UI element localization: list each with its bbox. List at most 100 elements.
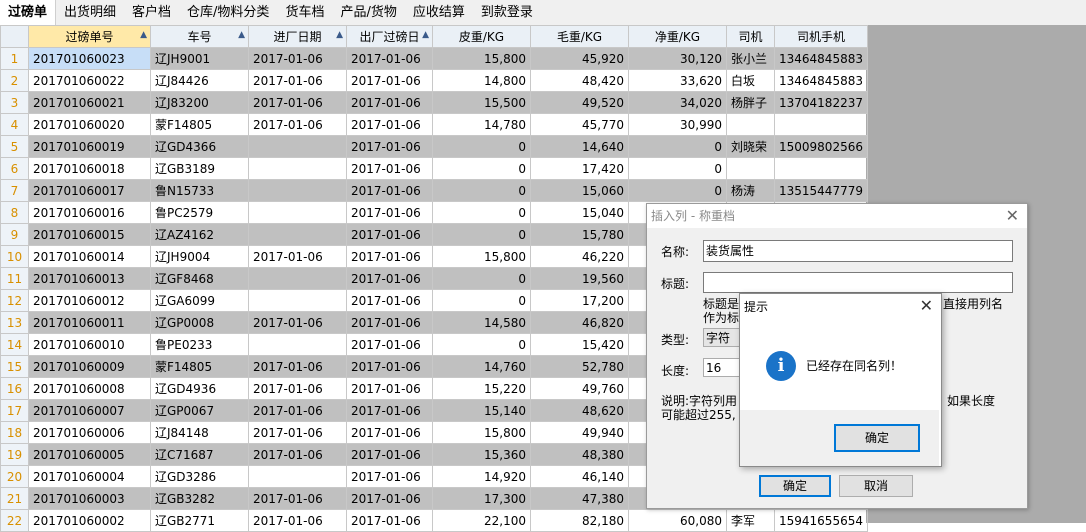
plate-cell[interactable]: 辽GP0067: [150, 399, 249, 422]
slip-no-cell[interactable]: 201701060019: [28, 135, 151, 158]
plate-cell[interactable]: 辽GF8468: [150, 267, 249, 290]
tab-payment-registration[interactable]: 到款登录: [473, 0, 541, 25]
plate-cell[interactable]: 辽C71687: [150, 443, 249, 466]
length-field[interactable]: 16: [703, 358, 743, 377]
out-date-cell[interactable]: 2017-01-06: [346, 245, 433, 268]
out-date-cell[interactable]: 2017-01-06: [346, 69, 433, 92]
out-date-cell[interactable]: 2017-01-06: [346, 399, 433, 422]
col-header-plate[interactable]: 车号 ▲: [150, 25, 249, 48]
slip-no-cell[interactable]: 201701060021: [28, 91, 151, 114]
plate-cell[interactable]: 辽JH9001: [150, 47, 249, 70]
out-date-cell[interactable]: 2017-01-06: [346, 179, 433, 202]
tare-cell[interactable]: 0: [432, 267, 531, 290]
driver-phone-cell[interactable]: [774, 113, 868, 136]
net-cell[interactable]: 30,990: [628, 113, 727, 136]
row-number[interactable]: 20: [0, 465, 29, 488]
tare-cell[interactable]: 22,100: [432, 509, 531, 532]
slip-no-cell[interactable]: 201701060004: [28, 465, 151, 488]
gross-cell[interactable]: 48,380: [530, 443, 629, 466]
out-date-cell[interactable]: 2017-01-06: [346, 223, 433, 246]
plate-cell[interactable]: 辽GA6099: [150, 289, 249, 312]
gross-cell[interactable]: 49,940: [530, 421, 629, 444]
plate-cell[interactable]: 辽GD4366: [150, 135, 249, 158]
in-date-cell[interactable]: [248, 201, 347, 224]
in-date-cell[interactable]: [248, 223, 347, 246]
plate-cell[interactable]: 辽GB2771: [150, 509, 249, 532]
plate-cell[interactable]: 辽J84426: [150, 69, 249, 92]
out-date-cell[interactable]: 2017-01-06: [346, 157, 433, 180]
slip-no-cell[interactable]: 201701060003: [28, 487, 151, 510]
col-header-driver-phone[interactable]: 司机手机: [774, 25, 868, 48]
gross-cell[interactable]: 15,040: [530, 201, 629, 224]
in-date-cell[interactable]: [248, 289, 347, 312]
corner-cell[interactable]: [0, 25, 29, 48]
out-date-cell[interactable]: 2017-01-06: [346, 91, 433, 114]
gross-cell[interactable]: 48,420: [530, 69, 629, 92]
tab-customer[interactable]: 客户档: [124, 0, 179, 25]
driver-phone-cell[interactable]: 13704182237: [774, 91, 868, 114]
tare-cell[interactable]: 14,920: [432, 465, 531, 488]
slip-no-cell[interactable]: 201701060016: [28, 201, 151, 224]
col-header-driver[interactable]: 司机: [726, 25, 775, 48]
gross-cell[interactable]: 45,920: [530, 47, 629, 70]
table-row[interactable]: 3 201701060021 辽J83200 2017-01-06 2017-01-06…: [0, 91, 868, 114]
in-date-cell[interactable]: 2017-01-06: [248, 377, 347, 400]
row-number[interactable]: 19: [0, 443, 29, 466]
in-date-cell[interactable]: 2017-01-06: [248, 443, 347, 466]
tare-cell[interactable]: 15,220: [432, 377, 531, 400]
out-date-cell[interactable]: 2017-01-06: [346, 311, 433, 334]
row-number[interactable]: 21: [0, 487, 29, 510]
caption-field[interactable]: [703, 272, 1013, 293]
gross-cell[interactable]: 45,770: [530, 113, 629, 136]
driver-cell[interactable]: 杨涛: [726, 179, 775, 202]
driver-phone-cell[interactable]: 13464845883: [774, 69, 868, 92]
row-number[interactable]: 7: [0, 179, 29, 202]
in-date-cell[interactable]: 2017-01-06: [248, 69, 347, 92]
plate-cell[interactable]: 鲁PC2579: [150, 201, 249, 224]
plate-cell[interactable]: 辽GP0008: [150, 311, 249, 334]
gross-cell[interactable]: 49,520: [530, 91, 629, 114]
gross-cell[interactable]: 46,220: [530, 245, 629, 268]
tare-cell[interactable]: 0: [432, 201, 531, 224]
row-number[interactable]: 1: [0, 47, 29, 70]
slip-no-cell[interactable]: 201701060014: [28, 245, 151, 268]
in-date-cell[interactable]: [248, 157, 347, 180]
cancel-button[interactable]: 取消: [839, 475, 913, 497]
tare-cell[interactable]: 0: [432, 135, 531, 158]
out-date-cell[interactable]: 2017-01-06: [346, 267, 433, 290]
driver-cell[interactable]: [726, 113, 775, 136]
driver-cell[interactable]: 张小兰: [726, 47, 775, 70]
gross-cell[interactable]: 47,380: [530, 487, 629, 510]
row-number[interactable]: 17: [0, 399, 29, 422]
out-date-cell[interactable]: 2017-01-06: [346, 289, 433, 312]
out-date-cell[interactable]: 2017-01-06: [346, 487, 433, 510]
close-icon[interactable]: ✕: [1006, 206, 1019, 225]
out-date-cell[interactable]: 2017-01-06: [346, 377, 433, 400]
col-header-gross[interactable]: 毛重/KG: [530, 25, 629, 48]
in-date-cell[interactable]: 2017-01-06: [248, 509, 347, 532]
slip-no-cell[interactable]: 201701060007: [28, 399, 151, 422]
out-date-cell[interactable]: 2017-01-06: [346, 333, 433, 356]
row-number[interactable]: 4: [0, 113, 29, 136]
in-date-cell[interactable]: [248, 465, 347, 488]
in-date-cell[interactable]: 2017-01-06: [248, 311, 347, 334]
row-number[interactable]: 5: [0, 135, 29, 158]
gross-cell[interactable]: 46,820: [530, 311, 629, 334]
table-row[interactable]: 7 201701060017 鲁N15733 2017-01-06 0 15,060 0 杨涛…: [0, 179, 868, 202]
row-number[interactable]: 13: [0, 311, 29, 334]
plate-cell[interactable]: 蒙F14805: [150, 113, 249, 136]
gross-cell[interactable]: 15,780: [530, 223, 629, 246]
in-date-cell[interactable]: 2017-01-06: [248, 355, 347, 378]
tab-warehouse[interactable]: 仓库/物料分类: [179, 0, 277, 25]
in-date-cell[interactable]: [248, 333, 347, 356]
slip-no-cell[interactable]: 201701060023: [28, 47, 151, 70]
table-row[interactable]: 5 201701060019 辽GD4366 2017-01-06 0 14,640 0 刘晓…: [0, 135, 868, 158]
close-icon[interactable]: ✕: [920, 296, 933, 315]
gross-cell[interactable]: 17,200: [530, 289, 629, 312]
in-date-cell[interactable]: [248, 135, 347, 158]
gross-cell[interactable]: 19,560: [530, 267, 629, 290]
in-date-cell[interactable]: 2017-01-06: [248, 421, 347, 444]
out-date-cell[interactable]: 2017-01-06: [346, 355, 433, 378]
driver-phone-cell[interactable]: 15009802566: [774, 135, 868, 158]
plate-cell[interactable]: 蒙F14805: [150, 355, 249, 378]
